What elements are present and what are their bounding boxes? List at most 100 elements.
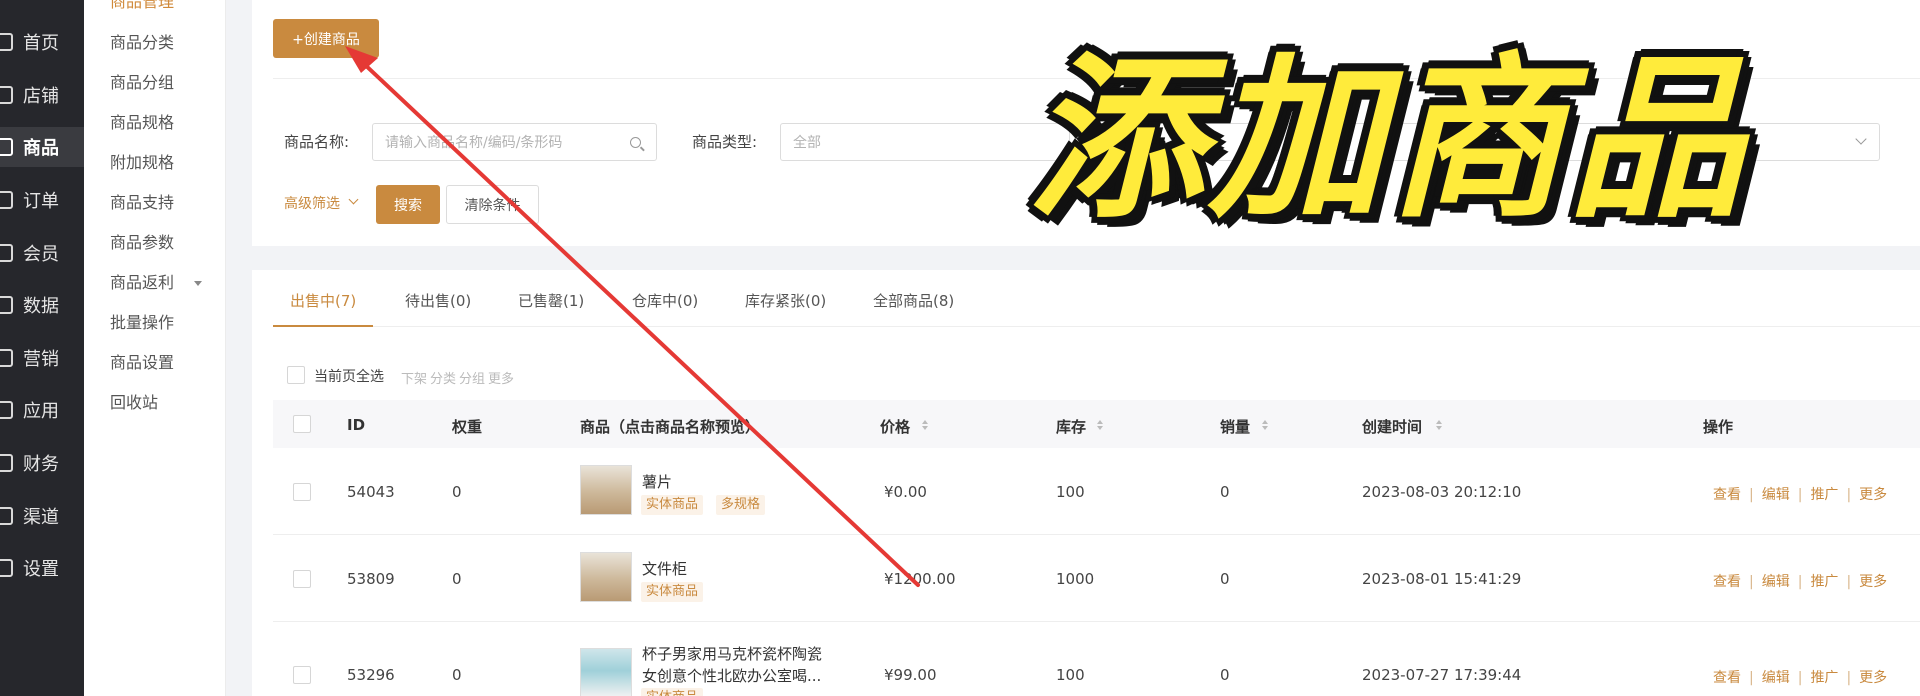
more-link[interactable]: 更多 xyxy=(1859,487,1887,503)
nav-item-member[interactable]: 会员 xyxy=(0,233,84,273)
col-stock[interactable]: 库存 xyxy=(1056,416,1086,437)
sub-item-goods-settings[interactable]: 商品设置 xyxy=(110,353,174,373)
goods-name-input[interactable]: 请输入商品名称/编码/条形码 xyxy=(372,123,657,161)
sub-item-category[interactable]: 商品分类 xyxy=(110,33,174,53)
sub-item-support[interactable]: 商品支持 xyxy=(110,193,174,213)
nav-item-store[interactable]: 店铺 xyxy=(0,75,84,115)
product-name-line2[interactable]: 女创意个性北欧办公室喝... xyxy=(642,665,821,686)
ops-separator: | xyxy=(1846,487,1852,503)
cell-price: ¥1200.00 xyxy=(884,570,956,588)
nav-item-channel[interactable]: 渠道 xyxy=(0,496,84,536)
edit-link[interactable]: 编辑 xyxy=(1762,574,1790,590)
sort-icon[interactable] xyxy=(1436,420,1442,430)
sort-icon[interactable] xyxy=(1262,420,1268,430)
bulk-offshelf[interactable]: 下架 xyxy=(401,368,427,387)
view-link[interactable]: 查看 xyxy=(1713,574,1741,590)
nav-item-home[interactable]: 首页 xyxy=(0,22,84,62)
nav-label: 应用 xyxy=(23,401,59,422)
row-checkbox[interactable] xyxy=(293,666,311,684)
view-link[interactable]: 查看 xyxy=(1713,670,1741,686)
nav-item-marketing[interactable]: 营销 xyxy=(0,338,84,378)
product-name-link[interactable]: 文件柜 xyxy=(642,558,687,579)
cell-created: 2023-07-27 17:39:44 xyxy=(1362,666,1522,684)
cell-price: ¥0.00 xyxy=(884,483,927,501)
view-link[interactable]: 查看 xyxy=(1713,487,1741,503)
tab-warehouse[interactable]: 仓库中(0) xyxy=(632,290,698,311)
tab-low-stock[interactable]: 库存紧张(0) xyxy=(745,290,826,311)
edit-link[interactable]: 编辑 xyxy=(1762,487,1790,503)
product-name-link[interactable]: 杯子男家用马克杯瓷杯陶瓷 xyxy=(642,643,822,664)
promote-link[interactable]: 推广 xyxy=(1810,574,1838,590)
cell-stock: 1000 xyxy=(1056,570,1095,588)
sub-item-group[interactable]: 商品分组 xyxy=(110,73,174,93)
create-goods-button[interactable]: +创建商品 xyxy=(273,19,379,58)
sub-item-goods-manage[interactable]: 商品管理 xyxy=(110,0,174,12)
nav-label: 商品 xyxy=(23,138,59,159)
header-checkbox[interactable] xyxy=(293,415,311,433)
nav-item-settings[interactable]: 设置 xyxy=(0,548,84,588)
bulk-category[interactable]: 分类 xyxy=(430,368,456,387)
goods-list-card xyxy=(252,270,1920,696)
ops-separator: | xyxy=(1797,574,1803,590)
sub-item-spec[interactable]: 商品规格 xyxy=(110,113,174,133)
nav-item-goods[interactable]: 商品 xyxy=(0,127,84,167)
tab-on-sale[interactable]: 出售中(7) xyxy=(290,290,356,311)
sub-item-batch[interactable]: 批量操作 xyxy=(110,313,174,333)
product-thumbnail xyxy=(580,648,632,696)
ops-separator: | xyxy=(1749,670,1754,686)
more-link[interactable]: 更多 xyxy=(1859,574,1887,590)
goods-type-select[interactable]: 全部 xyxy=(780,123,1070,161)
sub-item-recycle[interactable]: 回收站 xyxy=(110,393,158,413)
main-sidebar: 首页 店铺 商品 订单 会员 数据 营销 应用 财务 渠道 设置 xyxy=(0,0,84,696)
col-created[interactable]: 创建时间 xyxy=(1362,416,1422,437)
bulk-group[interactable]: 分组 xyxy=(459,368,485,387)
nav-label: 首页 xyxy=(23,33,59,54)
ops-separator: | xyxy=(1797,487,1803,503)
row-ops: 查看 | 编辑 | 推广 | 更多 xyxy=(1713,484,1887,504)
sub-item-extra-spec[interactable]: 附加规格 xyxy=(110,153,174,173)
cell-created: 2023-08-03 20:12:10 xyxy=(1362,483,1522,501)
col-weight: 权重 xyxy=(452,418,483,436)
col-id: ID xyxy=(347,416,366,434)
row-checkbox[interactable] xyxy=(293,570,311,588)
tag-physical: 实体商品 xyxy=(641,582,704,602)
nav-item-data[interactable]: 数据 xyxy=(0,285,84,325)
nav-label: 订单 xyxy=(23,191,59,212)
tab-pending[interactable]: 待出售(0) xyxy=(405,290,471,311)
marketing-icon xyxy=(0,349,13,367)
col-ops: 操作 xyxy=(1703,418,1734,436)
nav-item-order[interactable]: 订单 xyxy=(0,180,84,220)
channel-icon xyxy=(0,507,13,525)
more-link[interactable]: 更多 xyxy=(1859,670,1887,686)
tab-all-goods[interactable]: 全部商品(8) xyxy=(873,290,954,311)
finance-icon xyxy=(0,454,13,472)
sort-icon[interactable] xyxy=(1097,420,1103,430)
sort-icon[interactable] xyxy=(922,420,928,430)
row-ops: 查看 | 编辑 | 推广 | 更多 xyxy=(1713,667,1887,687)
nav-item-finance[interactable]: 财务 xyxy=(0,443,84,483)
ops-separator: | xyxy=(1846,574,1852,590)
sub-sidebar: 商品管理 商品分类 商品分组 商品规格 附加规格 商品支持 商品参数 商品返利 … xyxy=(84,0,226,696)
search-button[interactable]: 搜索 xyxy=(376,185,440,224)
clear-filters-button[interactable]: 清除条件 xyxy=(446,185,539,224)
advanced-filter-toggle[interactable]: 高级筛选 xyxy=(284,193,340,213)
product-name-link[interactable]: 薯片 xyxy=(642,471,672,492)
nav-label: 财务 xyxy=(23,454,59,475)
sub-item-rebate[interactable]: 商品返利 xyxy=(110,273,174,293)
nav-label: 渠道 xyxy=(23,507,59,528)
select-all-checkbox[interactable] xyxy=(287,366,305,384)
promote-link[interactable]: 推广 xyxy=(1810,670,1838,686)
tab-sold-out[interactable]: 已售罄(1) xyxy=(518,290,584,311)
col-sales[interactable]: 销量 xyxy=(1220,416,1250,437)
nav-item-app[interactable]: 应用 xyxy=(0,390,84,430)
data-icon xyxy=(0,296,13,314)
col-price[interactable]: 价格 xyxy=(880,416,910,437)
promote-link[interactable]: 推广 xyxy=(1810,487,1838,503)
edit-link[interactable]: 编辑 xyxy=(1762,670,1790,686)
goods-icon xyxy=(0,138,13,156)
nav-label: 会员 xyxy=(23,244,59,265)
sub-item-params[interactable]: 商品参数 xyxy=(110,233,174,253)
row-checkbox[interactable] xyxy=(293,483,311,501)
bulk-more[interactable]: 更多 xyxy=(488,368,514,387)
product-thumbnail xyxy=(580,552,632,602)
